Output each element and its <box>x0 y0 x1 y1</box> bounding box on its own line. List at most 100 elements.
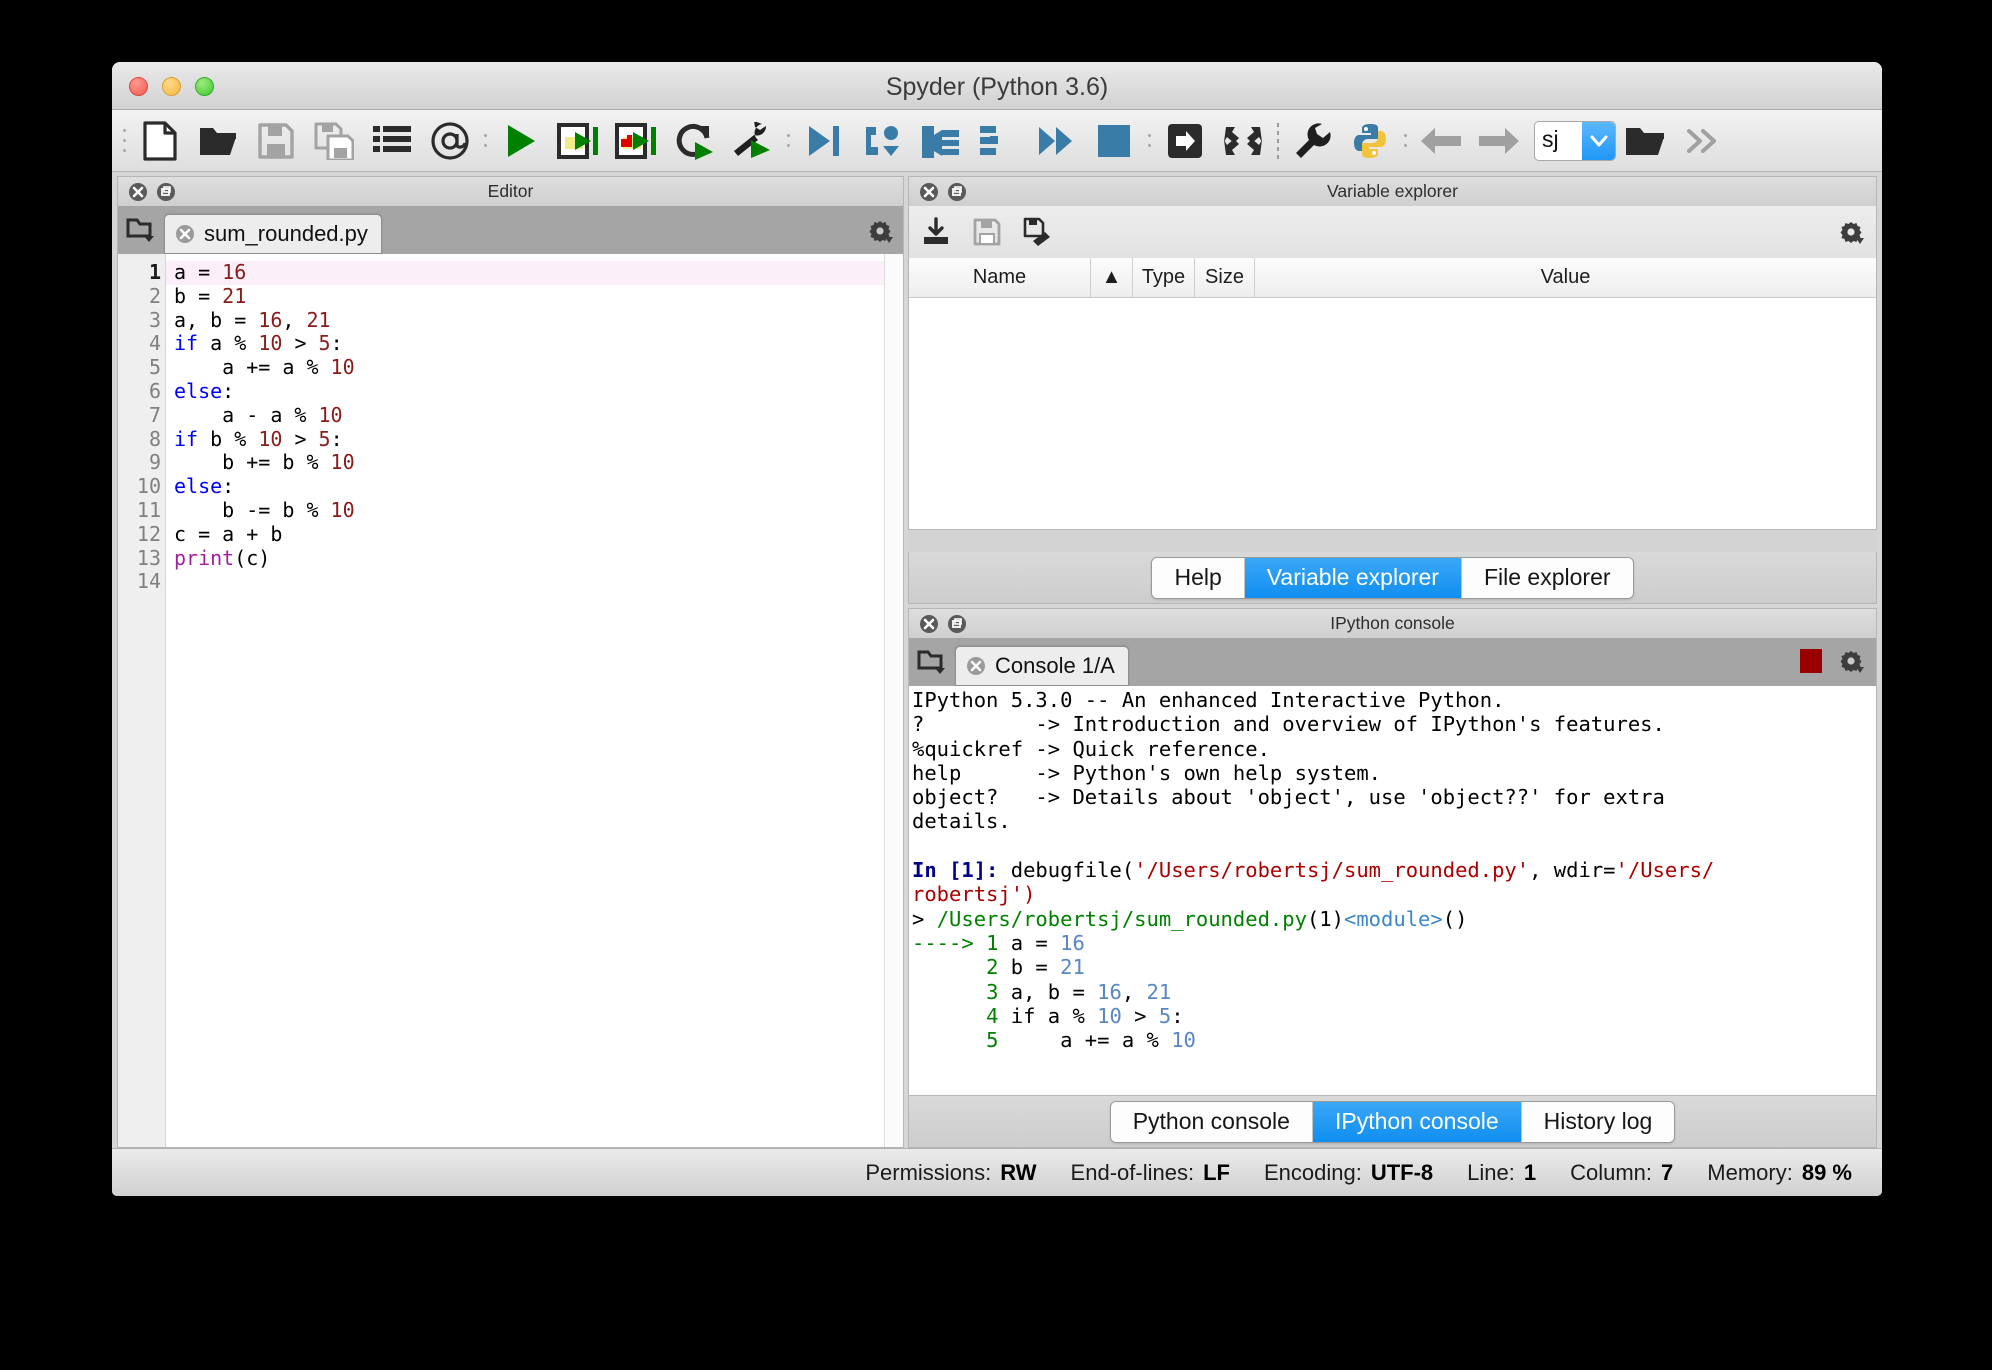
line-number: 14 <box>136 569 161 594</box>
console-options-gear-icon[interactable] <box>1838 648 1864 674</box>
editor-text-area[interactable]: 1 2 3 4 5 6 7 8 9 10 11 12 13 14 a = 16 b = 21 a, b = 1… <box>117 254 904 1148</box>
save-data-as-icon[interactable] <box>1023 217 1053 247</box>
editor-close-icon[interactable] <box>128 182 148 202</box>
editor-file-tab[interactable]: sum_rounded.py <box>164 214 382 254</box>
browse-tabs-icon[interactable] <box>118 206 164 254</box>
tab-history-log[interactable]: History log <box>1521 1101 1675 1142</box>
status-item-encoding: Encoding: UTF-8 <box>1264 1160 1433 1186</box>
save-data-icon[interactable] <box>973 218 1001 246</box>
toolbar-grip-2[interactable] <box>479 113 492 169</box>
console-close-icon[interactable] <box>919 614 939 634</box>
debug-icon[interactable] <box>724 113 782 169</box>
tab-ipython-console[interactable]: IPython console <box>1312 1101 1522 1142</box>
status-item-line: Line: 1 <box>1467 1160 1536 1186</box>
column-header-name[interactable]: Name <box>909 258 1091 297</box>
preferences-icon[interactable] <box>1283 113 1341 169</box>
editor-panel-header: Editor <box>117 176 904 206</box>
status-bar: Permissions: RW End-of-lines: LF Encoding: UT… <box>112 1148 1882 1196</box>
run-icon[interactable] <box>492 113 550 169</box>
maximize-pane-icon[interactable] <box>1214 113 1272 169</box>
console-line: 2 b = 21 <box>912 955 1876 979</box>
variable-table-header: Name ▲ Type Size Value <box>909 258 1876 298</box>
editor-undock-icon[interactable] <box>156 182 176 202</box>
editor-tab-bar: sum_rounded.py <box>117 206 904 254</box>
column-header-value[interactable]: Value <box>1255 258 1876 297</box>
status-label: Encoding: <box>1263 1159 1362 1185</box>
run-cell-advance-icon[interactable] <box>608 113 666 169</box>
toolbar-grip-5[interactable] <box>1399 113 1412 169</box>
working-directory-combo[interactable]: sj <box>1534 120 1616 161</box>
open-dir-icon[interactable] <box>1616 113 1674 169</box>
back-arrow-icon[interactable] <box>1412 113 1470 169</box>
at-sign-icon[interactable] <box>421 113 479 169</box>
status-label: Permissions: <box>865 1159 992 1185</box>
save-all-icon[interactable] <box>305 113 363 169</box>
ipython-console-dock: IPython console Console 1/A IPython 5.3.… <box>908 608 1877 1148</box>
save-file-icon[interactable] <box>247 113 305 169</box>
left-pane: Editor sum_rounded.py 1 2 3 4 5 6 7 8 9 … <box>117 176 904 1148</box>
code-token: 10 <box>258 331 283 356</box>
variable-explorer-table[interactable]: Name ▲ Type Size Value <box>908 258 1877 530</box>
step-over-icon[interactable] <box>795 113 853 169</box>
step-into-icon[interactable] <box>853 113 911 169</box>
fast-forward-icon[interactable] <box>1027 113 1085 169</box>
status-label: Memory: <box>1707 1159 1793 1185</box>
console-line: %quickref -> Quick reference. <box>912 737 1876 761</box>
status-label: Line: <box>1467 1159 1515 1185</box>
new-file-icon[interactable] <box>131 113 189 169</box>
console-token: /Users/robertsj/sum_rounded.py <box>936 906 1307 931</box>
tab-variable-explorer[interactable]: Variable explorer <box>1244 557 1462 598</box>
status-value: LF <box>1203 1159 1230 1185</box>
console-output[interactable]: IPython 5.3.0 -- An enhanced Interactive… <box>908 686 1877 1096</box>
tab-file-explorer[interactable]: File explorer <box>1461 557 1633 598</box>
variable-explorer-undock-icon[interactable] <box>947 182 967 202</box>
code-line: a, b = 16, 21 <box>166 308 903 333</box>
editor-line-numbers: 1 2 3 4 5 6 7 8 9 10 11 12 13 14 <box>118 254 166 1147</box>
run-cell-icon[interactable] <box>550 113 608 169</box>
continue-icon[interactable] <box>969 113 1027 169</box>
editor-code[interactable]: a = 16 b = 21 a, b = 16, 21 if a % 10 > 5: … <box>166 254 903 1147</box>
close-tab-icon[interactable] <box>175 224 195 244</box>
console-tab-label: Console 1/A <box>995 653 1115 678</box>
configure-run-icon[interactable] <box>1156 113 1214 169</box>
step-return-icon[interactable] <box>911 113 969 169</box>
open-file-icon[interactable] <box>189 113 247 169</box>
code-token: if <box>174 426 199 451</box>
forward-arrow-icon[interactable] <box>1470 113 1528 169</box>
close-console-tab-icon[interactable] <box>966 656 986 676</box>
console-undock-icon[interactable] <box>947 614 967 634</box>
console-tab[interactable]: Console 1/A <box>955 646 1129 686</box>
column-header-size[interactable]: Size <box>1195 258 1255 297</box>
code-token: else <box>174 378 223 403</box>
toolbar-grip-3[interactable] <box>782 113 795 169</box>
variable-explorer-options-gear-icon[interactable] <box>1838 219 1864 245</box>
tab-python-console[interactable]: Python console <box>1110 1101 1313 1142</box>
console-line: robertsj') <box>912 882 1876 906</box>
stop-debug-icon[interactable] <box>1085 113 1143 169</box>
editor-dock: Editor sum_rounded.py 1 2 3 4 5 6 7 8 9 … <box>117 176 904 1148</box>
re-run-icon[interactable] <box>666 113 724 169</box>
import-data-icon[interactable] <box>921 217 951 247</box>
code-token: : <box>222 474 235 499</box>
variable-explorer-close-icon[interactable] <box>919 182 939 202</box>
console-token: , wdir= <box>1529 858 1616 883</box>
code-line: b -= b % 10 <box>166 498 903 523</box>
browse-consoles-icon[interactable] <box>909 638 955 686</box>
sort-ascending-icon[interactable]: ▲ <box>1091 258 1133 297</box>
stop-button[interactable] <box>1800 649 1822 673</box>
editor-options-gear-icon[interactable] <box>867 218 893 244</box>
line-number: 2 <box>148 283 161 308</box>
column-header-type[interactable]: Type <box>1133 258 1195 297</box>
toolbar-grip-4[interactable] <box>1143 113 1156 169</box>
editor-vertical-scrollbar[interactable] <box>884 254 903 1147</box>
python-path-icon[interactable] <box>1341 113 1399 169</box>
chevron-down-icon[interactable] <box>1582 121 1615 160</box>
run-file-list-icon[interactable] <box>363 113 421 169</box>
code-line: if a % 10 > 5: <box>166 331 903 356</box>
console-token: (1) <box>1306 906 1344 931</box>
overflow-icon[interactable] <box>1674 113 1732 169</box>
middle-tabs-group: Help Variable explorer File explorer <box>1151 556 1634 599</box>
variable-table-rows[interactable] <box>909 298 1876 529</box>
tab-help[interactable]: Help <box>1152 557 1245 598</box>
toolbar-grip[interactable] <box>118 113 131 169</box>
